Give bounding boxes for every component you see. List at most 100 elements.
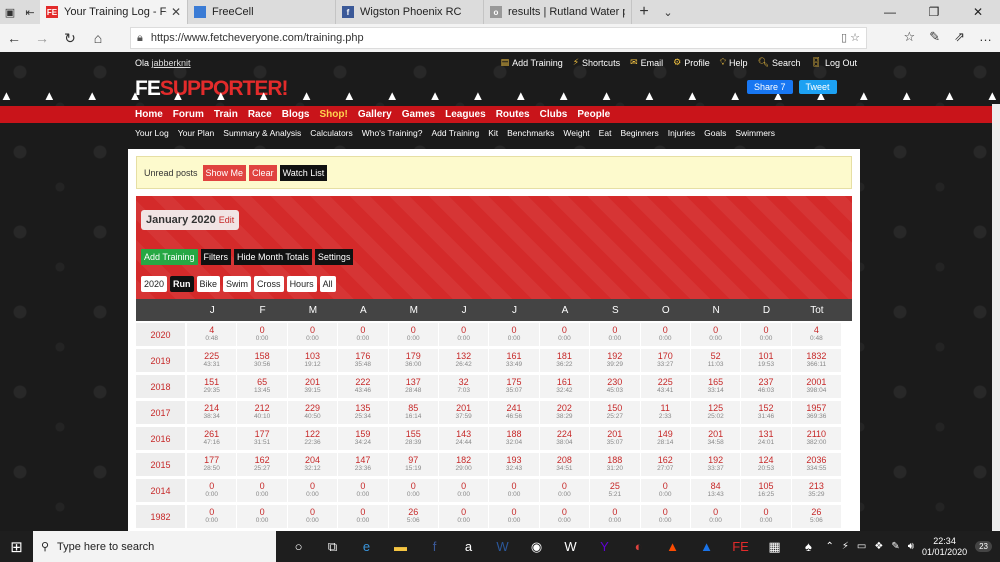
month-cell[interactable]: 202 38:29 — [539, 401, 591, 426]
nav-clubs[interactable]: Clubs — [540, 109, 568, 120]
month-cell[interactable]: 241 46:56 — [489, 401, 540, 426]
nav-games[interactable]: Games — [402, 109, 435, 120]
garmin-icon[interactable]: ▲ — [690, 539, 724, 554]
month-cell[interactable]: 1832 366:11 — [791, 349, 843, 374]
subnav-swimmers[interactable]: Swimmers — [735, 128, 775, 138]
subnav-benchmarks[interactable]: Benchmarks — [507, 128, 554, 138]
page-scrollbar[interactable] — [992, 104, 1000, 531]
favorites-icon[interactable]: ☆ — [904, 29, 916, 45]
filter-run[interactable]: Run — [170, 276, 194, 292]
month-cell[interactable]: 179 36:00 — [388, 349, 439, 374]
month-cell[interactable]: 147 23:36 — [338, 453, 389, 478]
month-cell[interactable]: 162 27:07 — [640, 453, 691, 478]
month-cell[interactable]: 0 0:00 — [489, 479, 540, 504]
month-cell[interactable]: 11 2:33 — [640, 401, 691, 426]
reading-view-icon[interactable]: ▯ ☆ — [841, 31, 860, 44]
month-cell[interactable]: 0 0:00 — [489, 323, 540, 348]
new-tab-button[interactable]: + — [632, 0, 656, 24]
filters-button[interactable]: Filters — [200, 249, 232, 265]
browser-tab-1[interactable]: FreeCell — [188, 0, 336, 24]
year-link[interactable]: 2017 — [136, 401, 187, 426]
month-cell[interactable]: 225 43:31 — [187, 349, 238, 374]
month-cell[interactable]: 97 15:19 — [388, 453, 439, 478]
maximize-button[interactable]: ❐ — [912, 0, 956, 24]
month-cell[interactable]: 213 35:29 — [791, 479, 843, 504]
month-cell[interactable]: 0 0:00 — [338, 323, 389, 348]
app-icon[interactable]: ◐ — [622, 539, 656, 554]
tab-preview-chevron-icon[interactable]: ⌄ — [656, 0, 680, 24]
calculator-icon[interactable]: ▦ — [758, 539, 792, 555]
url-field[interactable]: 🔒︎ https://www.fetcheveryone.com/trainin… — [130, 27, 867, 49]
month-cell[interactable]: 25 5:21 — [590, 479, 641, 504]
month-cell[interactable]: 182 29:00 — [438, 453, 490, 478]
month-cell[interactable]: 101 19:53 — [741, 349, 792, 374]
month-cell[interactable]: 201 37:59 — [438, 401, 490, 426]
notification-badge[interactable]: 23 — [975, 541, 992, 552]
nav-blogs[interactable]: Blogs — [282, 109, 310, 120]
month-cell[interactable]: 0 0:00 — [489, 505, 540, 530]
month-cell[interactable]: 162 25:27 — [237, 453, 288, 478]
browser-tab-3[interactable]: o results | Rutland Water park — [484, 0, 632, 24]
month-cell[interactable]: 4 0:48 — [791, 323, 843, 348]
month-cell[interactable]: 261 47:16 — [187, 427, 238, 452]
set-aside-tabs-icon[interactable]: ⇤ — [20, 0, 40, 24]
filter-all[interactable]: All — [319, 276, 336, 292]
month-cell[interactable]: 0 0:00 — [640, 505, 691, 530]
month-cell[interactable]: 201 39:15 — [287, 375, 339, 400]
month-cell[interactable]: 26 5:06 — [791, 505, 843, 530]
month-cell[interactable]: 159 34:24 — [338, 427, 389, 452]
show-hidden-icon[interactable]: ⌃ — [826, 541, 834, 552]
month-cell[interactable]: 137 28:48 — [388, 375, 439, 400]
add-training-button[interactable]: Add Training — [141, 249, 198, 265]
month-cell[interactable]: 230 45:03 — [590, 375, 641, 400]
subnav-who-s-training-[interactable]: Who's Training? — [362, 128, 423, 138]
subnav-summary-analysis[interactable]: Summary & Analysis — [223, 128, 301, 138]
nav-people[interactable]: People — [577, 109, 610, 120]
month-cell[interactable]: 170 33:27 — [640, 349, 691, 374]
close-window-button[interactable]: ✕ — [956, 0, 1000, 24]
toplink-help[interactable]: 💡︎ Help — [720, 57, 748, 68]
month-cell[interactable]: 0 0:00 — [690, 505, 742, 530]
month-cell[interactable]: 149 28:14 — [640, 427, 691, 452]
month-cell[interactable]: 214 38:34 — [187, 401, 238, 426]
month-cell[interactable]: 229 40:50 — [287, 401, 339, 426]
watch-list-button[interactable]: Watch List — [279, 164, 328, 181]
month-cell[interactable]: 158 30:56 — [237, 349, 288, 374]
edge-icon[interactable]: e — [350, 539, 384, 554]
month-cell[interactable]: 181 36:22 — [539, 349, 591, 374]
subnav-beginners[interactable]: Beginners — [620, 128, 658, 138]
month-cell[interactable]: 161 33:49 — [489, 349, 540, 374]
month-cell[interactable]: 165 33:14 — [690, 375, 742, 400]
month-cell[interactable]: 122 22:36 — [287, 427, 339, 452]
month-cell[interactable]: 84 13:43 — [690, 479, 742, 504]
toplink-add-training[interactable]: ▤ Add Training — [501, 57, 563, 68]
month-cell[interactable]: 2036 334:55 — [791, 453, 843, 478]
solitaire-icon[interactable]: ♠ — [792, 539, 826, 554]
month-cell[interactable]: 26 5:06 — [388, 505, 439, 530]
username-link[interactable]: jabberknit — [152, 58, 191, 68]
month-cell[interactable]: 0 0:00 — [640, 479, 691, 504]
task-view-icon[interactable]: ⧉ — [316, 539, 350, 555]
month-cell[interactable]: 0 0:00 — [237, 479, 288, 504]
battery-icon[interactable]: ▭ — [857, 541, 866, 552]
month-cell[interactable]: 135 25:34 — [338, 401, 389, 426]
month-cell[interactable]: 131 24:01 — [741, 427, 792, 452]
minimize-button[interactable]: — — [868, 0, 912, 24]
year-link[interactable]: 2019 — [136, 349, 187, 374]
filter-bike[interactable]: Bike — [196, 276, 221, 292]
year-link[interactable]: 2020 — [136, 323, 187, 348]
nav-gallery[interactable]: Gallery — [358, 109, 392, 120]
month-cell[interactable]: 0 0:00 — [640, 323, 691, 348]
dropbox-icon[interactable]: ❖ — [874, 541, 883, 552]
filter-2020[interactable]: 2020 — [141, 276, 168, 292]
browser-tab-0[interactable]: FE Your Training Log - Fetc ✕ — [40, 0, 188, 24]
month-cell[interactable]: 0 0:00 — [539, 479, 591, 504]
month-cell[interactable]: 0 0:00 — [388, 323, 439, 348]
month-cell[interactable]: 222 43:46 — [338, 375, 389, 400]
month-cell[interactable]: 192 33:37 — [690, 453, 742, 478]
month-cell[interactable]: 32 7:03 — [438, 375, 490, 400]
nav-shop[interactable]: Shop! — [320, 109, 348, 120]
year-link[interactable]: 2018 — [136, 375, 187, 400]
subnav-injuries[interactable]: Injuries — [668, 128, 695, 138]
month-cell[interactable]: 0 0:00 — [287, 505, 339, 530]
